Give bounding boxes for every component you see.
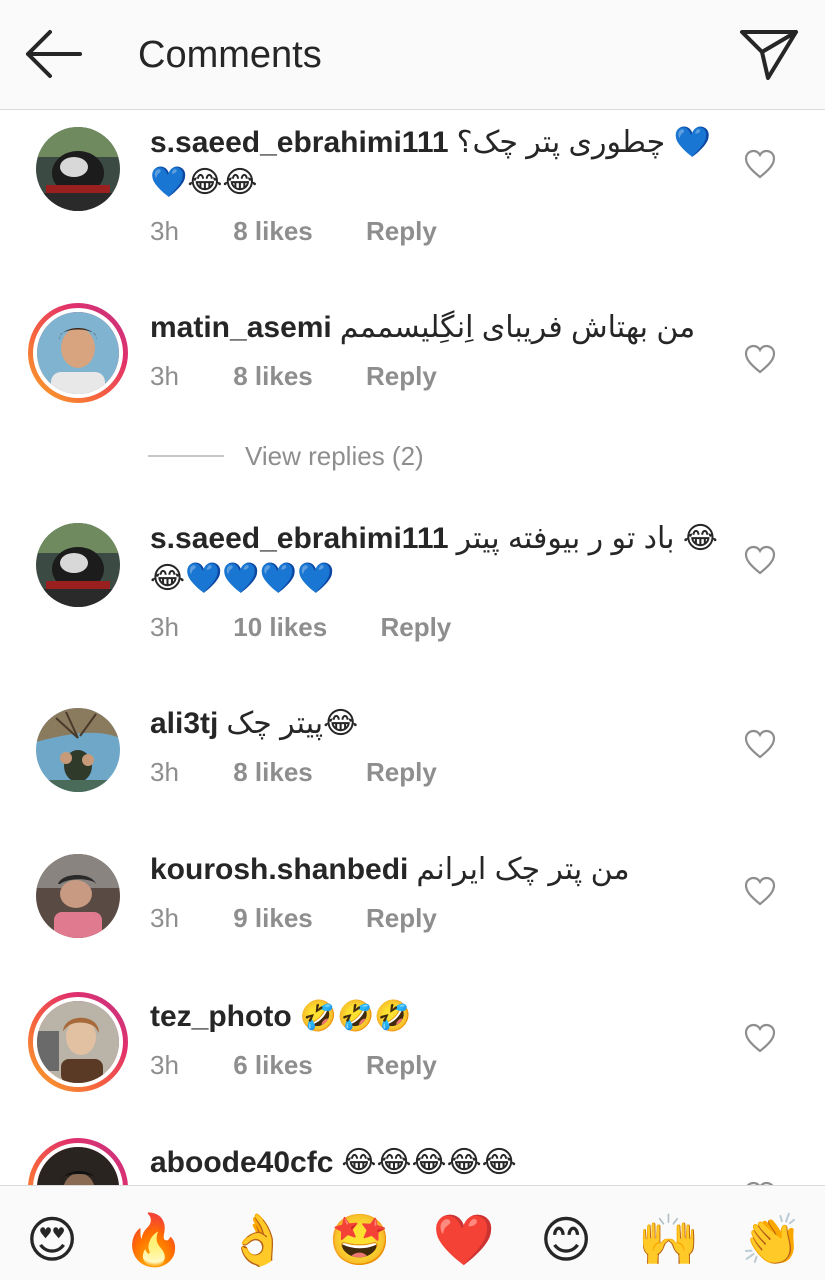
comment-text: s.saeed_ebrahimi111 باد تو ر بیوفته پیتر … [150, 519, 720, 599]
comment-username[interactable]: kourosh.shanbedi [150, 853, 408, 886]
comment-likes[interactable]: 10 likes [233, 611, 327, 643]
reply-button[interactable]: Reply [366, 902, 437, 934]
outdoor-tree-avatar [36, 708, 120, 792]
comment-likes[interactable]: 8 likes [233, 360, 313, 392]
comment-likes[interactable]: 8 likes [233, 756, 313, 788]
comment-meta: 3h 10 likes Reply [150, 611, 451, 643]
heart-icon[interactable] [744, 545, 776, 575]
heart-icon[interactable] [744, 1023, 776, 1053]
avatar-story-ring[interactable] [28, 1138, 128, 1185]
comment-text: matin_asemi من بهتاش فریبای اِنگِلیسممم [150, 308, 720, 348]
avatar [33, 1143, 123, 1185]
reply-button[interactable]: Reply [366, 1049, 437, 1081]
motorcycle-helmet-avatar [36, 127, 120, 211]
comment-time: 3h [150, 1050, 179, 1080]
avatar [33, 997, 123, 1087]
comment-meta: 3h 6 likes Reply [150, 1049, 437, 1081]
comment-meta: 3h 8 likes Reply [150, 215, 437, 247]
avatar-story-ring[interactable] [28, 303, 128, 403]
top-app-bar: Comments [0, 0, 825, 110]
comment-username[interactable]: aboode40cfc [150, 1146, 333, 1179]
arrow-left-icon [26, 30, 82, 78]
comment-likes[interactable]: 9 likes [233, 902, 313, 934]
back-button[interactable] [20, 26, 86, 82]
comment-username[interactable]: matin_asemi [150, 311, 332, 344]
car-selfie-avatar [36, 854, 120, 938]
comment-meta: 3h 8 likes Reply [150, 756, 437, 788]
avatar [33, 308, 123, 398]
avatar[interactable] [36, 127, 120, 211]
comment-text: aboode40cfc 😂😂😂😂😂 [150, 1143, 720, 1183]
avatar[interactable] [36, 854, 120, 938]
page-title: Comments [138, 34, 322, 76]
comment-text: s.saeed_ebrahimi111 چطوری پتر چک؟ 💙💙😂😂 [150, 123, 720, 203]
comment-likes[interactable]: 6 likes [233, 1049, 313, 1081]
comment-list[interactable]: s.saeed_ebrahimi111 چطوری پتر چک؟ 💙💙😂😂 3h… [0, 111, 825, 1185]
comment-text: ali3tj پیتر چک😂 [150, 704, 720, 744]
comment-meta: 3h 8 likes Reply [150, 360, 437, 392]
emoji-ok-hand-button[interactable]: 👌 [226, 1208, 290, 1272]
view-replies-label: View replies (2) [245, 441, 424, 471]
reply-button[interactable]: Reply [366, 360, 437, 392]
replies-divider [148, 455, 224, 457]
comment-username[interactable]: tez_photo [150, 1000, 292, 1033]
comment-body: 😂😂😂😂😂 [341, 1146, 517, 1179]
emoji-raising-hands-button[interactable]: 🙌 [637, 1208, 701, 1272]
heart-icon[interactable] [744, 149, 776, 179]
heart-icon[interactable] [744, 729, 776, 759]
dark-portrait-avatar [37, 1147, 119, 1185]
comment-text: tez_photo 🤣🤣🤣 [150, 997, 720, 1037]
avatar[interactable] [36, 523, 120, 607]
smiling-person-avatar [37, 1001, 119, 1083]
comment-body: من پتر چک ایرانم [416, 853, 630, 886]
comment-username[interactable]: s.saeed_ebrahimi111 [150, 126, 449, 159]
avatar[interactable] [36, 708, 120, 792]
emoji-heart-eyes-button[interactable]: 😍 [20, 1208, 84, 1272]
emoji-fire-button[interactable]: 🔥 [122, 1208, 186, 1272]
paper-plane-icon [740, 30, 798, 80]
comment-text: kourosh.shanbedi من پتر چک ایرانم [150, 850, 720, 890]
comment-username[interactable]: ali3tj [150, 707, 218, 740]
comment-time: 3h [150, 361, 179, 391]
comment-meta: 3h 9 likes Reply [150, 902, 437, 934]
emoji-clapping-hands-button[interactable]: 👏 [740, 1208, 804, 1272]
emoji-red-heart-button[interactable]: ❤️ [432, 1208, 496, 1272]
heart-icon[interactable] [744, 876, 776, 906]
emoji-star-struck-button[interactable]: 🤩 [328, 1208, 392, 1272]
reply-button[interactable]: Reply [366, 215, 437, 247]
comment-body: پیتر چک😂 [226, 707, 359, 740]
comment-body: من بهتاش فریبای اِنگِلیسممم [339, 311, 696, 344]
comment-time: 3h [150, 216, 179, 246]
avatar-story-ring[interactable] [28, 992, 128, 1092]
share-button[interactable] [738, 24, 800, 82]
comment-username[interactable]: s.saeed_ebrahimi111 [150, 522, 449, 555]
motorcycle-helmet-avatar [36, 523, 120, 607]
heart-icon[interactable] [744, 344, 776, 374]
comment-likes[interactable]: 8 likes [233, 215, 313, 247]
emoji-quick-bar: 😍 🔥 👌 🤩 ❤️ 😊 🙌 👏 [0, 1185, 825, 1280]
reply-button[interactable]: Reply [366, 756, 437, 788]
comment-body: 🤣🤣🤣 [299, 1000, 412, 1033]
young-man-portrait-avatar [37, 312, 119, 394]
comment-time: 3h [150, 612, 179, 642]
comment-time: 3h [150, 757, 179, 787]
comment-time: 3h [150, 903, 179, 933]
emoji-smile-button[interactable]: 😊 [534, 1208, 598, 1272]
reply-button[interactable]: Reply [380, 611, 451, 643]
